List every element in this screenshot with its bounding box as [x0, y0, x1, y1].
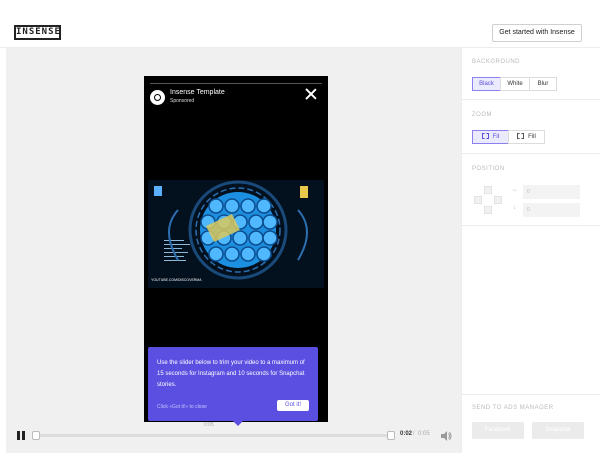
- background-label: BACKGROUND: [472, 59, 521, 65]
- video-watermark: YOUTUBE.COM/DISCOVERMA: [151, 278, 202, 282]
- trim-slider-track[interactable]: [36, 434, 391, 437]
- pause-icon[interactable]: [17, 431, 26, 440]
- position-section: POSITION ↔ ↕: [462, 154, 600, 226]
- position-left-button[interactable]: [474, 196, 482, 204]
- time-separator: /: [413, 431, 415, 437]
- position-x-input[interactable]: [523, 185, 580, 199]
- position-right-button[interactable]: [494, 196, 502, 204]
- insense-logo[interactable]: INSENSE: [14, 25, 61, 40]
- send-divider: [462, 394, 600, 395]
- trim-tooltip: Use the slider below to trim your video …: [148, 347, 318, 426]
- facebook-button[interactable]: Facebook: [472, 422, 524, 439]
- tooltip-text: Use the slider below to trim your video …: [157, 360, 305, 388]
- position-y-input[interactable]: [523, 203, 580, 217]
- background-section: BACKGROUND Black White Blur: [462, 48, 600, 100]
- tooltip-hint: Click «Got it!» to close: [157, 404, 207, 410]
- zoom-fill-option[interactable]: Fill: [508, 130, 545, 144]
- total-time: 0:05: [418, 431, 430, 437]
- ad-title: Insense Template: [170, 89, 225, 96]
- got-it-button[interactable]: Got it!: [277, 400, 309, 411]
- brand-avatar: [150, 90, 165, 105]
- position-label: POSITION: [472, 166, 505, 172]
- trim-end-handle[interactable]: [387, 431, 395, 440]
- background-black-option[interactable]: Black: [472, 77, 501, 91]
- zoom-fill-label: Fill: [528, 134, 536, 140]
- trim-start-handle[interactable]: [32, 431, 40, 440]
- tooltip-arrow: [232, 420, 244, 426]
- position-down-button[interactable]: [484, 206, 492, 214]
- top-header: INSENSE Get started with Insense: [0, 0, 600, 48]
- horizontal-arrow-icon: ↔: [512, 187, 518, 193]
- background-blur-option[interactable]: Blur: [529, 77, 557, 91]
- zoom-fit-label: Fit: [492, 134, 500, 140]
- position-up-button[interactable]: [484, 186, 492, 194]
- vertical-arrow-icon: ↕: [513, 205, 516, 211]
- app-root: INSENSE Get started with Insense Insense…: [0, 0, 600, 461]
- fit-icon: [481, 133, 489, 140]
- story-progress-bar: [150, 83, 322, 84]
- video-frame: YOUTUBE.COM/DISCOVERMA: [148, 180, 324, 288]
- settings-panel: BACKGROUND Black White Blur ZOOM Fit Fil…: [461, 48, 600, 453]
- current-time: 0:02: [400, 431, 413, 437]
- zoom-label: ZOOM: [472, 112, 492, 118]
- send-to-ads-manager-label: SEND TO ADS MANAGER: [472, 405, 554, 411]
- close-icon[interactable]: [305, 88, 317, 100]
- zoom-options: Fit Fill: [472, 130, 552, 144]
- snapchat-button[interactable]: Snapchat: [532, 422, 584, 439]
- ad-sponsored-label: Sponsored: [170, 98, 195, 104]
- volume-icon[interactable]: [440, 429, 452, 441]
- trim-end-time-label: 0:05: [204, 422, 214, 428]
- zoom-fit-option[interactable]: Fit: [472, 130, 509, 144]
- video-still-image: YOUTUBE.COM/DISCOVERMA: [148, 180, 324, 288]
- zoom-section: ZOOM Fit Fill: [462, 100, 600, 154]
- preview-stage: Insense Template Sponsored YOUTUBE.COM/D…: [6, 48, 461, 453]
- background-white-option[interactable]: White: [500, 77, 530, 91]
- fill-icon: [517, 133, 525, 140]
- get-started-button[interactable]: Get started with Insense: [492, 24, 582, 42]
- page-bottom-margin: [0, 453, 600, 461]
- background-options: Black White Blur: [472, 77, 562, 91]
